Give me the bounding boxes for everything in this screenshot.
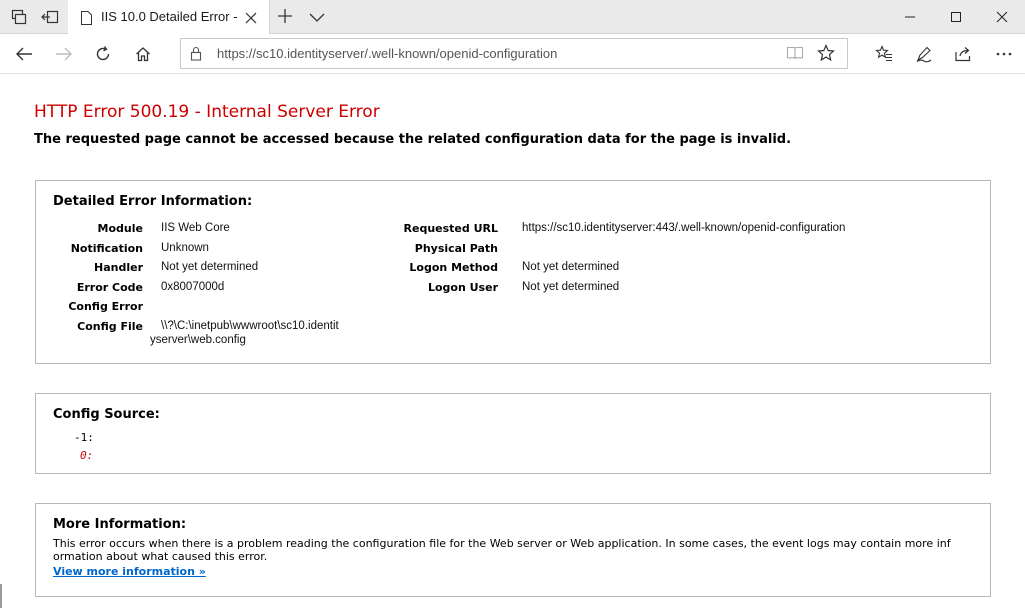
tab-actions-icon[interactable] <box>8 7 30 27</box>
window-edge <box>0 584 2 608</box>
config-source-heading: Config Source: <box>53 407 160 422</box>
home-icon[interactable] <box>129 40 157 68</box>
favorites-icon[interactable] <box>870 40 898 68</box>
config-source-box: Config Source: -1: 0: <box>35 393 991 474</box>
error-title: HTTP Error 500.19 - Internal Server Erro… <box>34 102 380 122</box>
reading-view-icon[interactable] <box>786 45 804 65</box>
detail-label-physical-path: Physical Path <box>414 242 498 255</box>
detail-label-notification: Notification <box>70 242 143 255</box>
detail-label-config-file: Config File <box>77 320 143 333</box>
more-icon[interactable] <box>990 40 1018 68</box>
plus-icon[interactable] <box>276 7 294 29</box>
close-window-icon[interactable] <box>979 0 1025 34</box>
more-information-heading: More Information: <box>53 517 187 532</box>
config-source-line-highlight: 0: <box>80 449 94 462</box>
more-information-box: More Information: This error occurs when… <box>35 503 991 597</box>
pen-icon[interactable] <box>910 40 938 68</box>
navigation-bar: https://sc10.identityserver/.well-known/… <box>0 34 1025 74</box>
detail-value-config-file-cont: yserver\web.config <box>150 334 246 346</box>
maximize-icon[interactable] <box>933 0 979 34</box>
detail-label-error-code: Error Code <box>76 281 143 294</box>
detail-value-logon-user: Not yet determined <box>522 281 620 293</box>
detail-label-handler: Handler <box>94 261 143 274</box>
set-tabs-aside-icon[interactable] <box>39 7 61 27</box>
address-bar[interactable]: https://sc10.identityserver/.well-known/… <box>180 38 848 69</box>
minimize-icon[interactable] <box>887 0 933 34</box>
back-arrow-icon[interactable] <box>10 40 38 68</box>
address-url[interactable]: https://sc10.identityserver/.well-known/… <box>217 46 557 61</box>
active-tab[interactable]: IIS 10.0 Detailed Error - <box>68 0 270 34</box>
refresh-icon[interactable] <box>89 40 117 68</box>
detail-value-handler: Not yet determined <box>161 261 259 273</box>
close-icon[interactable] <box>244 10 258 29</box>
page-favicon <box>79 10 93 29</box>
detailed-error-box: Detailed Error Information: Module IIS W… <box>35 180 991 364</box>
detail-value-config-file: \\?\C:\inetpub\wwwroot\sc10.identit <box>161 320 339 332</box>
share-icon[interactable] <box>949 40 977 68</box>
detail-label-logon-method: Logon Method <box>409 261 498 274</box>
detail-value-error-code: 0x8007000d <box>161 281 225 293</box>
detail-value-module: IIS Web Core <box>161 222 230 234</box>
view-more-information-link[interactable]: View more information » <box>53 565 206 578</box>
detail-label-module: Module <box>97 222 143 235</box>
detail-value-logon-method: Not yet determined <box>522 261 620 273</box>
chevron-down-icon[interactable] <box>308 9 326 28</box>
star-icon[interactable] <box>817 44 835 66</box>
detail-label-logon-user: Logon User <box>427 281 498 294</box>
config-source-line: -1: <box>74 431 94 444</box>
detail-value-notification: Unknown <box>161 242 209 254</box>
detail-label-config-error: Config Error <box>68 300 143 313</box>
page-content: HTTP Error 500.19 - Internal Server Erro… <box>0 74 1025 616</box>
error-subtitle: The requested page cannot be accessed be… <box>34 132 792 147</box>
lock-icon[interactable] <box>190 46 202 65</box>
detail-label-requested-url: Requested URL <box>403 222 498 235</box>
tab-title: IIS 10.0 Detailed Error - <box>101 9 237 24</box>
detailed-error-heading: Detailed Error Information: <box>53 194 253 209</box>
more-information-text: This error occurs when there is a proble… <box>53 537 951 563</box>
detail-value-requested-url: https://sc10.identityserver:443/.well-kn… <box>522 222 846 234</box>
forward-arrow-icon[interactable] <box>50 40 78 68</box>
title-bar: IIS 10.0 Detailed Error - <box>0 0 1025 34</box>
